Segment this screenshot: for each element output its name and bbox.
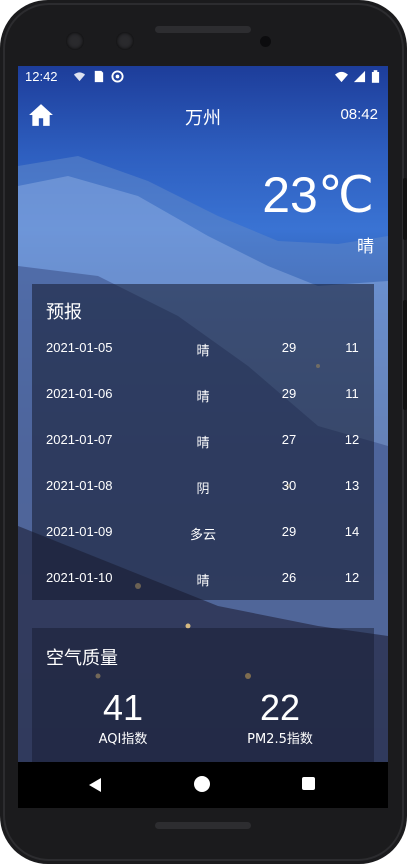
forecast-date: 2021-01-06	[46, 386, 113, 401]
status-bar: 12:42	[18, 66, 388, 88]
circle-home-icon[interactable]	[194, 776, 210, 792]
forecast-high: 29	[281, 340, 297, 355]
forecast-weather: 多云	[189, 528, 216, 543]
aqi-label: AQI指数	[98, 732, 148, 747]
forecast-date: 2021-01-10	[46, 570, 113, 585]
proximity-sensor	[260, 36, 271, 47]
sd-card-icon	[94, 70, 104, 83]
app-bar: 万州 08:42	[18, 96, 388, 136]
forecast-row: 2021-01-07 晴 27 12	[32, 432, 374, 452]
forecast-high: 30	[281, 478, 297, 493]
front-camera	[66, 32, 84, 50]
app-screen: 12:42 万州 08:42 23℃ 晴 预报 2021-01-05 晴 29 …	[18, 66, 388, 808]
sync-icon	[111, 70, 124, 83]
forecast-date: 2021-01-07	[46, 432, 113, 447]
forecast-panel: 预报 2021-01-05 晴 29 11 2021-01-06 晴 29 11…	[32, 284, 374, 600]
wifi-settings-icon	[73, 72, 86, 82]
forecast-weather: 晴	[196, 390, 210, 405]
forecast-high: 29	[281, 386, 297, 401]
update-time: 08:42	[340, 106, 378, 123]
city-name: 万州	[185, 108, 221, 129]
power-button	[403, 178, 407, 240]
forecast-weather: 晴	[196, 344, 210, 359]
forecast-row: 2021-01-06 晴 29 11	[32, 386, 374, 406]
pm25-label: PM2.5指数	[247, 732, 313, 747]
forecast-high: 29	[281, 524, 297, 539]
air-quality-title: 空气质量	[46, 648, 118, 669]
bottom-speaker	[155, 822, 251, 829]
back-icon[interactable]	[88, 777, 102, 793]
status-notification-icons	[73, 70, 124, 83]
battery-icon	[371, 70, 380, 83]
forecast-date: 2021-01-09	[46, 524, 113, 539]
forecast-row: 2021-01-10 晴 26 12	[32, 570, 374, 590]
forecast-high: 26	[281, 570, 297, 585]
forecast-row: 2021-01-09 多云 29 14	[32, 524, 374, 544]
forecast-low: 14	[344, 524, 360, 539]
forecast-low: 11	[345, 386, 359, 401]
front-sensor	[116, 32, 134, 50]
aqi-value: 41	[102, 687, 144, 728]
forecast-weather: 晴	[196, 436, 210, 451]
pm25-block: 22 PM2.5指数	[220, 687, 340, 748]
status-system-icons	[335, 70, 380, 83]
forecast-row: 2021-01-05 晴 29 11	[32, 340, 374, 360]
system-nav-bar	[18, 762, 388, 808]
cell-signal-icon	[353, 70, 366, 83]
current-condition: 晴	[357, 237, 374, 257]
pm25-value: 22	[259, 687, 301, 728]
status-time: 12:42	[25, 69, 58, 84]
aqi-block: 41 AQI指数	[63, 687, 183, 748]
forecast-date: 2021-01-08	[46, 478, 113, 493]
forecast-date: 2021-01-05	[46, 340, 113, 355]
forecast-low: 13	[344, 478, 360, 493]
volume-button	[403, 300, 407, 410]
forecast-high: 27	[281, 432, 297, 447]
wifi-icon	[335, 71, 348, 83]
forecast-low: 11	[345, 340, 359, 355]
forecast-title: 预报	[46, 302, 82, 323]
forecast-low: 12	[344, 432, 360, 447]
forecast-low: 12	[344, 570, 360, 585]
forecast-row: 2021-01-08 阴 30 13	[32, 478, 374, 498]
phone-frame: 12:42 万州 08:42 23℃ 晴 预报 2021-01-05 晴 29 …	[0, 0, 407, 864]
forecast-weather: 晴	[196, 574, 210, 589]
square-recents-icon[interactable]	[302, 777, 315, 790]
forecast-weather: 阴	[196, 482, 210, 497]
earpiece-speaker	[155, 26, 251, 33]
current-temperature: 23℃	[262, 167, 374, 223]
